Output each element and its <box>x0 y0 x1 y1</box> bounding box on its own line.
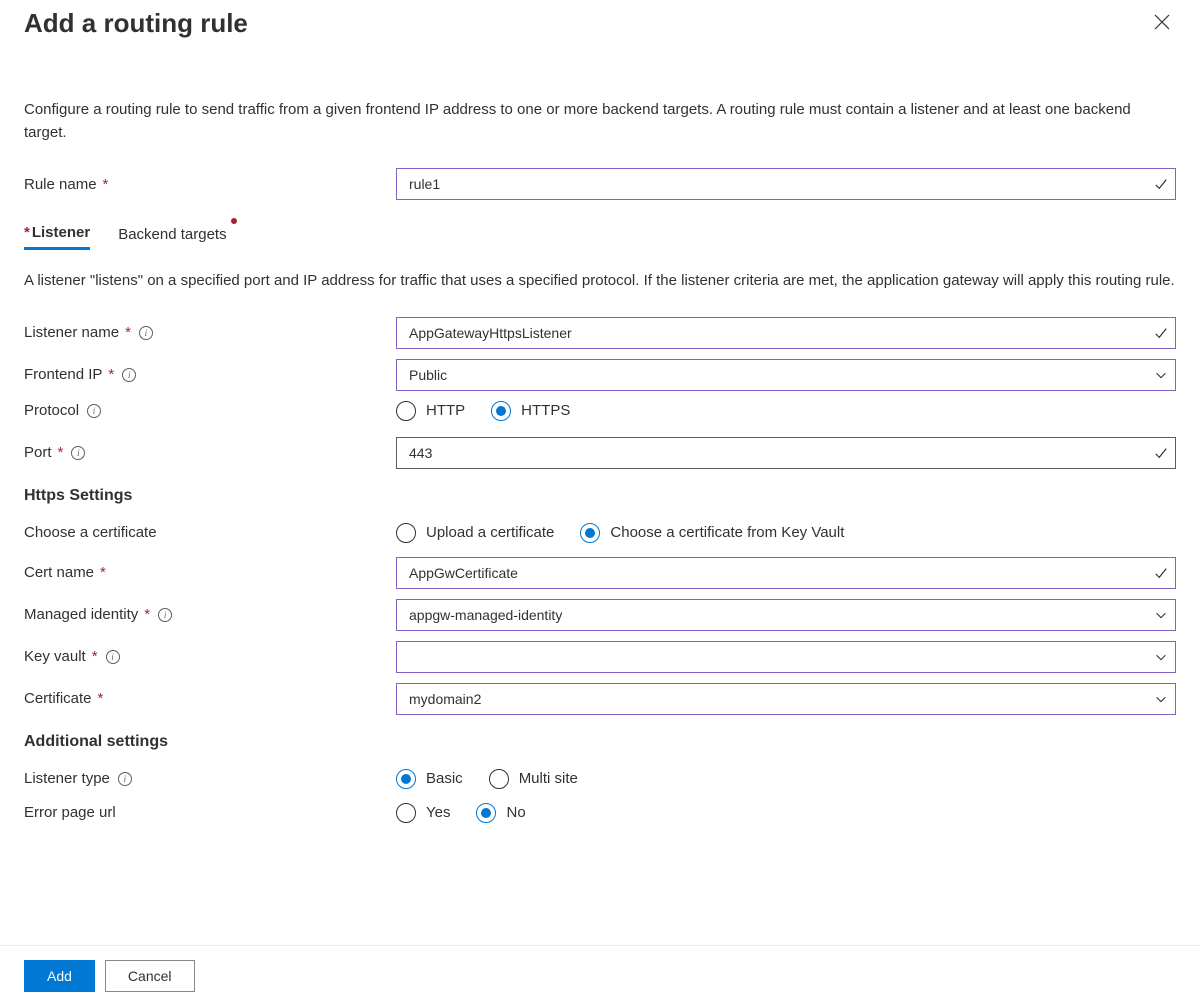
description-text: Configure a routing rule to send traffic… <box>0 99 1200 144</box>
certificate-select[interactable]: mydomain2 <box>396 683 1176 715</box>
key-vault-label: Key vault* i <box>24 648 396 665</box>
add-button[interactable]: Add <box>24 960 95 992</box>
info-icon[interactable]: i <box>139 326 153 340</box>
tab-listener[interactable]: *Listener <box>24 224 90 250</box>
protocol-http-radio[interactable]: HTTP <box>396 401 465 421</box>
cert-name-input[interactable] <box>396 557 1176 589</box>
info-icon[interactable]: i <box>122 368 136 382</box>
managed-identity-label: Managed identity* i <box>24 606 396 623</box>
keyvault-certificate-label: Choose a certificate from Key Vault <box>610 524 844 541</box>
page-title: Add a routing rule <box>24 8 248 39</box>
info-icon[interactable]: i <box>87 404 101 418</box>
https-settings-heading: Https Settings <box>0 487 1200 505</box>
additional-settings-heading: Additional settings <box>0 733 1200 751</box>
key-vault-select[interactable] <box>396 641 1176 673</box>
error-page-no-radio[interactable]: No <box>476 803 525 823</box>
error-page-no-label: No <box>506 804 525 821</box>
upload-certificate-label: Upload a certificate <box>426 524 554 541</box>
error-page-url-label: Error page url <box>24 804 396 821</box>
listener-name-input[interactable] <box>396 317 1176 349</box>
protocol-https-radio[interactable]: HTTPS <box>491 401 570 421</box>
listener-type-basic-label: Basic <box>426 770 463 787</box>
listener-type-multi-label: Multi site <box>519 770 578 787</box>
protocol-label: Protocol i <box>24 402 396 419</box>
rule-name-label: Rule name* <box>24 176 396 193</box>
listener-type-basic-radio[interactable]: Basic <box>396 769 463 789</box>
cert-name-label: Cert name* <box>24 564 396 581</box>
protocol-http-label: HTTP <box>426 402 465 419</box>
port-label: Port* i <box>24 444 396 461</box>
protocol-https-label: HTTPS <box>521 402 570 419</box>
keyvault-certificate-radio[interactable]: Choose a certificate from Key Vault <box>580 523 844 543</box>
info-icon[interactable]: i <box>106 650 120 664</box>
upload-certificate-radio[interactable]: Upload a certificate <box>396 523 554 543</box>
rule-name-input[interactable] <box>396 168 1176 200</box>
tab-backend-targets[interactable]: Backend targets <box>118 226 226 249</box>
close-icon <box>1154 18 1170 33</box>
close-button[interactable] <box>1148 8 1176 39</box>
info-icon[interactable]: i <box>118 772 132 786</box>
choose-certificate-label: Choose a certificate <box>24 524 396 541</box>
listener-description: A listener "listens" on a specified port… <box>0 270 1200 293</box>
certificate-label: Certificate* <box>24 690 396 707</box>
listener-name-label: Listener name* i <box>24 324 396 341</box>
listener-type-multi-radio[interactable]: Multi site <box>489 769 578 789</box>
cancel-button[interactable]: Cancel <box>105 960 195 992</box>
listener-type-label: Listener type i <box>24 770 396 787</box>
error-page-yes-radio[interactable]: Yes <box>396 803 450 823</box>
frontend-ip-select[interactable]: Public <box>396 359 1176 391</box>
port-input[interactable] <box>396 437 1176 469</box>
frontend-ip-label: Frontend IP* i <box>24 366 396 383</box>
info-icon[interactable]: i <box>71 446 85 460</box>
managed-identity-select[interactable]: appgw-managed-identity <box>396 599 1176 631</box>
error-page-yes-label: Yes <box>426 804 450 821</box>
info-icon[interactable]: i <box>158 608 172 622</box>
